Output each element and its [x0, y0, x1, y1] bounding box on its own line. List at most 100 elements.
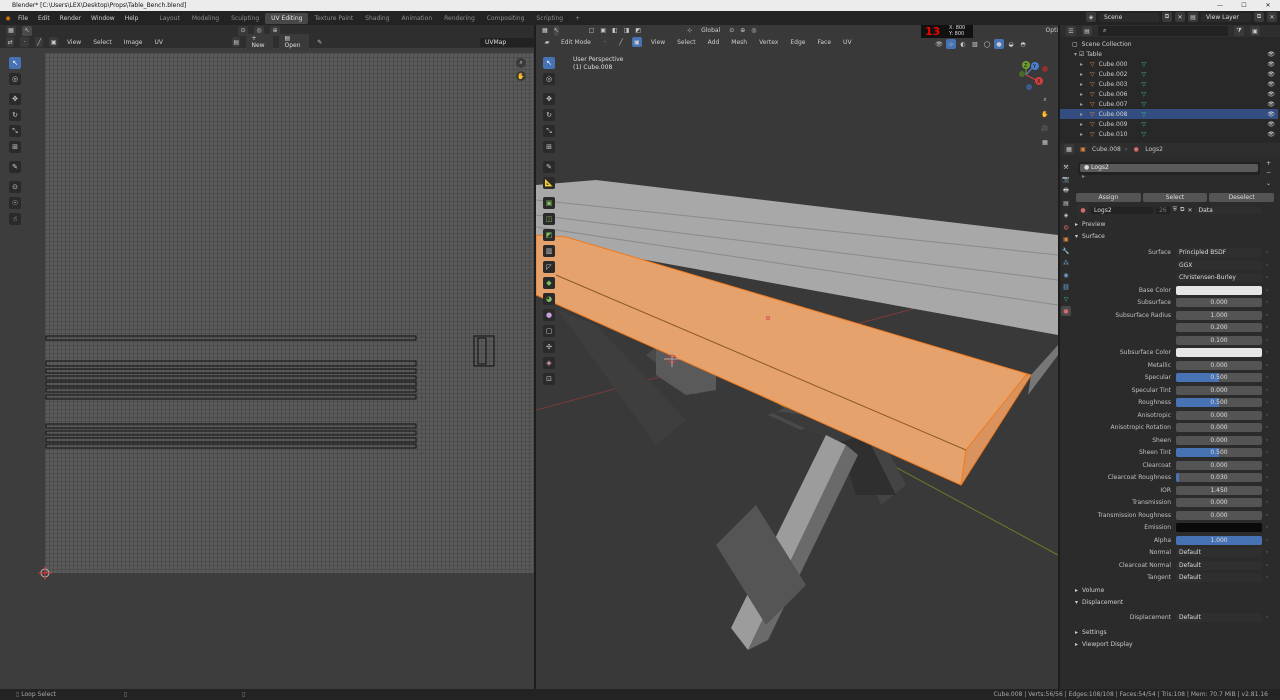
- solid-shading-icon[interactable]: ●: [994, 39, 1004, 49]
- checkbox-icon[interactable]: ☑: [1079, 51, 1084, 58]
- visibility-eye-icon[interactable]: 👁: [1267, 91, 1275, 98]
- outliner-collection-table[interactable]: ▾ ☑ Table 👁: [1060, 49, 1278, 59]
- socket-dot-icon[interactable]: ◦: [1262, 412, 1272, 419]
- slot-list-resize-handle[interactable]: ▸: [1082, 173, 1085, 180]
- inset-tool[interactable]: ◫: [543, 213, 555, 225]
- vp-zoom-icon[interactable]: ⌕: [1040, 95, 1050, 105]
- visibility-eye-icon[interactable]: 👁: [1267, 61, 1275, 68]
- 2d-cursor-icon[interactable]: [38, 566, 52, 580]
- poly-build-tool[interactable]: ◆: [543, 277, 555, 289]
- slider-field[interactable]: 1.000: [1176, 535, 1262, 545]
- link-data-dropdown[interactable]: Data: [1195, 206, 1262, 214]
- number-field[interactable]: 1.000: [1176, 310, 1262, 320]
- pan-hand-icon[interactable]: ✋: [516, 71, 526, 81]
- minimize-button[interactable]: —: [1208, 0, 1232, 11]
- socket-dot-icon[interactable]: ◦: [1262, 312, 1272, 319]
- socket-dot-icon[interactable]: ◦: [1262, 549, 1272, 556]
- viewport-display-panel-header[interactable]: ▸ Viewport Display: [1075, 641, 1275, 648]
- socket-dot-icon[interactable]: ◦: [1262, 399, 1272, 406]
- outliner-item[interactable]: ▸ ▽ Cube.007 ▽ 👁: [1060, 99, 1278, 109]
- number-field[interactable]: 0.000: [1176, 435, 1262, 445]
- vp-select-box-tool[interactable]: ↖: [543, 57, 555, 69]
- number-field[interactable]: 0.000: [1176, 498, 1262, 507]
- edge-slide-tool[interactable]: ▢: [543, 325, 555, 337]
- vp-move-tool[interactable]: ✥: [543, 93, 555, 105]
- outliner-item[interactable]: ▸ ▽ Cube.010 ▽ 👁: [1060, 129, 1278, 139]
- scene-selector[interactable]: Scene: [1099, 12, 1159, 22]
- mesh-data-icon[interactable]: ▽: [1141, 71, 1146, 78]
- assign-button[interactable]: Assign: [1076, 193, 1141, 202]
- number-field[interactable]: 0.200: [1176, 323, 1262, 332]
- socket-dot-icon[interactable]: ◦: [1262, 349, 1272, 356]
- navigation-gizmo[interactable]: Z Y X: [1019, 61, 1048, 90]
- displacement-dropdown[interactable]: Default: [1176, 613, 1262, 622]
- visibility-eye-icon[interactable]: 👁: [1267, 121, 1275, 128]
- scene-copy-icon[interactable]: ⧉: [1162, 12, 1172, 22]
- volume-panel-header[interactable]: ▸ Volume: [1075, 587, 1275, 594]
- vp-pan-icon[interactable]: ✋: [1040, 109, 1050, 119]
- tab-compositing[interactable]: Compositing: [481, 13, 531, 24]
- socket-dot-icon[interactable]: ◦: [1262, 462, 1272, 469]
- socket-dot-icon[interactable]: ◦: [1262, 287, 1272, 294]
- extrude-tool[interactable]: ▣: [543, 197, 555, 209]
- tab-uv-editing[interactable]: UV Editing: [265, 12, 309, 24]
- close-button[interactable]: ✕: [1256, 0, 1280, 11]
- expand-arrow-icon[interactable]: ▸: [1080, 81, 1086, 88]
- expand-arrow-icon[interactable]: ▸: [1080, 111, 1086, 118]
- view-layer-selector[interactable]: View Layer: [1201, 12, 1251, 22]
- visibility-eye-icon[interactable]: 👁: [1267, 101, 1275, 108]
- vp-measure-tool[interactable]: 📐: [543, 177, 555, 189]
- number-field[interactable]: 0.000: [1176, 360, 1262, 370]
- socket-dot-icon[interactable]: ◦: [1262, 512, 1272, 519]
- visibility-eye-icon[interactable]: 👁: [1267, 111, 1275, 118]
- slot-specials-icon[interactable]: ⌄: [1266, 180, 1271, 187]
- properties-editor-icon[interactable]: ▦: [1064, 144, 1074, 154]
- tab-texture-paint[interactable]: Texture Paint: [308, 13, 359, 24]
- tab-sculpting[interactable]: Sculpting: [225, 13, 265, 24]
- socket-dot-icon[interactable]: ◦: [1262, 474, 1272, 481]
- data-tab-icon[interactable]: ▽: [1061, 294, 1071, 304]
- visibility-icon[interactable]: 👁: [934, 39, 944, 49]
- dropdown-field[interactable]: Principled BSDF: [1176, 248, 1262, 257]
- outliner-editor-icon[interactable]: ☰: [1066, 26, 1076, 36]
- dropdown-field[interactable]: Christensen-Burley: [1176, 273, 1262, 282]
- blender-logo-icon[interactable]: ◉: [3, 13, 13, 23]
- dropdown-field[interactable]: Default: [1176, 560, 1262, 570]
- material-tab-icon[interactable]: ●: [1061, 306, 1071, 316]
- modifier-tab-icon[interactable]: 🔧: [1061, 246, 1071, 256]
- add-slot-button[interactable]: +: [1266, 160, 1271, 167]
- expand-arrow-icon[interactable]: ▸: [1080, 91, 1086, 98]
- constraints-tab-icon[interactable]: ⛓: [1061, 282, 1071, 292]
- mesh-data-icon[interactable]: ▽: [1141, 111, 1146, 118]
- bevel-tool[interactable]: ◩: [543, 229, 555, 241]
- socket-dot-icon[interactable]: ◦: [1262, 337, 1272, 344]
- filter-icon[interactable]: ⧩: [1234, 26, 1244, 36]
- wireframe-shading-icon[interactable]: ◯: [982, 39, 992, 49]
- scene-tab-icon[interactable]: ◈: [1061, 210, 1071, 220]
- socket-dot-icon[interactable]: ◦: [1262, 362, 1272, 369]
- socket-dot-icon[interactable]: ◦: [1262, 562, 1272, 569]
- mesh-data-icon[interactable]: ▽: [1141, 61, 1146, 68]
- scene-remove-icon[interactable]: ✕: [1175, 12, 1185, 22]
- socket-dot-icon[interactable]: ◦: [1262, 524, 1272, 531]
- shear-tool[interactable]: ◈: [543, 357, 555, 369]
- mesh-data-icon[interactable]: ▽: [1141, 91, 1146, 98]
- view-layer-copy-icon[interactable]: ⧉: [1254, 12, 1264, 22]
- socket-dot-icon[interactable]: ◦: [1262, 274, 1272, 281]
- socket-dot-icon[interactable]: ◦: [1262, 299, 1272, 306]
- outliner-item[interactable]: ▸ ▽ Cube.006 ▽ 👁: [1060, 89, 1278, 99]
- settings-panel-header[interactable]: ▸ Settings: [1075, 629, 1275, 636]
- expand-arrow-icon[interactable]: ▸: [1080, 61, 1086, 68]
- outliner-scene-collection[interactable]: ▢ Scene Collection: [1060, 39, 1278, 49]
- preview-panel-header[interactable]: ▸ Preview: [1075, 221, 1275, 228]
- socket-dot-icon[interactable]: ◦: [1262, 437, 1272, 444]
- slider-field[interactable]: 0.500: [1176, 373, 1262, 382]
- duplicate-material-icon[interactable]: ⧉: [1180, 206, 1184, 214]
- knife-tool[interactable]: ◸: [543, 261, 555, 273]
- socket-dot-icon[interactable]: ◦: [1262, 487, 1272, 494]
- menu-window[interactable]: Window: [86, 15, 120, 22]
- gizmo-toggle-icon[interactable]: ⊹: [946, 39, 956, 49]
- unlink-material-icon[interactable]: ✕: [1187, 207, 1192, 214]
- menu-render[interactable]: Render: [55, 15, 86, 22]
- browse-material-icon[interactable]: ●: [1078, 205, 1088, 215]
